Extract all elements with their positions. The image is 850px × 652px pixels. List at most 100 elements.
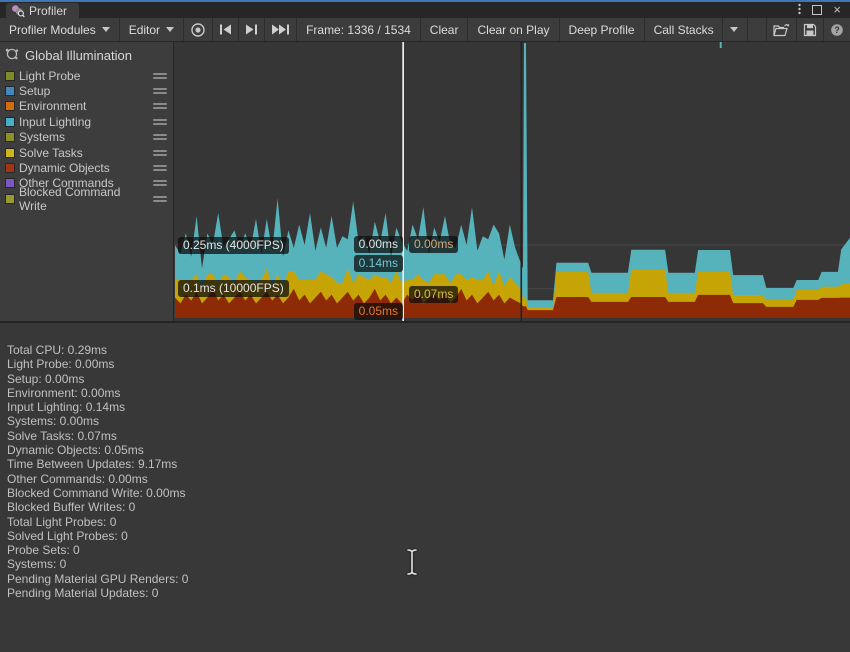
prev-frame-icon [219,24,232,35]
detail-line: Time Between Updates: 9.17ms [7,457,850,471]
tab-profiler[interactable]: Profiler [6,3,79,18]
drag-handle-icon[interactable] [153,196,167,202]
gi-chart[interactable]: 0.25ms (4000FPS) 0.1ms (10000FPS) 0.00ms… [175,42,850,321]
module-title: Global Illumination [25,48,132,63]
detail-line: Solved Light Probes: 0 [7,529,850,543]
detail-line: Other Commands: 0.00ms [7,472,850,486]
svg-text:?: ? [834,25,840,35]
folder-open-icon [773,23,790,37]
ibeam-cursor [405,548,419,579]
title-bar: Profiler × [0,2,850,18]
module-details-pane: Total CPU: 0.29msLight Probe: 0.00msSetu… [0,323,850,652]
selected-value-dynamic-objects: 0.05ms [354,303,403,320]
value-label-setup: 0.00ms [409,236,458,253]
help-icon: ? [830,23,844,37]
legend-label: Environment [19,99,86,113]
detail-line: Solve Tasks: 0.07ms [7,429,850,443]
clear-on-play-button[interactable]: Clear on Play [468,18,559,41]
window-controls: × [798,2,850,18]
legend-color-swatch [6,133,14,141]
selected-value-input-lighting: 0.14ms [354,255,403,272]
global-illumination-icon [5,47,19,64]
drag-handle-icon[interactable] [153,134,167,140]
profiler-icon [11,4,25,18]
load-profile-button[interactable] [766,18,797,41]
record-button[interactable] [184,18,213,41]
legend-color-swatch [6,179,14,187]
axis-label-lower: 0.1ms (10000FPS) [178,280,289,297]
legend-item-solve-tasks[interactable]: Solve Tasks [0,145,173,160]
legend-item-blocked-command-write[interactable]: Blocked Command Write [0,191,173,206]
next-frame-icon [245,24,258,35]
axis-label-upper: 0.25ms (4000FPS) [178,237,289,254]
close-icon[interactable]: × [833,5,841,15]
legend-item-setup[interactable]: Setup [0,83,173,98]
legend-label: Dynamic Objects [19,161,110,175]
detail-line: Systems: 0 [7,557,850,571]
detail-line: Total CPU: 0.29ms [7,343,850,357]
detail-line: Environment: 0.00ms [7,386,850,400]
record-icon [190,22,206,38]
module-header[interactable]: Global Illumination [0,42,173,68]
legend-label: Systems [19,130,65,144]
detail-line: Input Lighting: 0.14ms [7,400,850,414]
chevron-down-icon [730,27,738,32]
legend-label: Solve Tasks [19,146,83,160]
call-stacks-dropdown[interactable] [722,18,738,41]
profiler-toolbar: Profiler Modules Editor [0,18,850,42]
drag-handle-icon[interactable] [153,103,167,109]
tab-title: Profiler [29,4,67,18]
drag-handle-icon[interactable] [153,73,167,79]
drag-handle-icon[interactable] [153,119,167,125]
help-button[interactable]: ? [824,18,850,41]
module-legend: Light ProbeSetupEnvironment Input Lightin… [0,68,173,207]
legend-color-swatch [6,72,14,80]
profiler-window: Profiler × Profiler Modules Editor [0,0,850,652]
next-frame-button[interactable] [239,18,265,41]
call-stacks-button[interactable]: Call Stacks [645,18,748,41]
detail-line: Pending Material GPU Renders: 0 [7,572,850,586]
maximize-icon[interactable] [812,5,822,15]
legend-label: Input Lighting [19,115,91,129]
legend-label: Light Probe [19,69,80,83]
drag-handle-icon[interactable] [153,180,167,186]
detail-line: Blocked Buffer Writes: 0 [7,500,850,514]
detail-line: Total Light Probes: 0 [7,515,850,529]
window-menu-icon[interactable] [798,3,801,18]
detail-line: Probe Sets: 0 [7,543,850,557]
selected-value-light-probe: 0.00ms [354,236,403,253]
profiler-modules-dropdown[interactable]: Profiler Modules [0,18,120,41]
module-sidebar: Global Illumination Light ProbeSetupEnvi… [0,42,174,321]
detail-line: Systems: 0.00ms [7,414,850,428]
legend-color-swatch [6,164,14,172]
save-icon [803,23,817,37]
current-frame-button[interactable] [265,18,297,41]
profiler-charts-area: Global Illumination Light ProbeSetupEnvi… [0,42,850,321]
chevron-down-icon [102,27,110,32]
target-selection-dropdown[interactable]: Editor [120,18,184,41]
prev-frame-button[interactable] [213,18,239,41]
legend-color-swatch [6,102,14,110]
deep-profile-button[interactable]: Deep Profile [560,18,645,41]
last-frame-icon [271,24,290,35]
value-label-solve-tasks: 0.07ms [409,286,458,303]
legend-item-systems[interactable]: Systems [0,130,173,145]
legend-color-swatch [6,87,14,95]
frame-counter: Frame: 1336 / 1534 [297,18,421,41]
detail-line: Dynamic Objects: 0.05ms [7,443,850,457]
drag-handle-icon[interactable] [153,88,167,94]
legend-item-input-lighting[interactable]: Input Lighting [0,114,173,129]
save-profile-button[interactable] [797,18,824,41]
legend-color-swatch [6,195,14,203]
legend-item-environment[interactable]: Environment [0,99,173,114]
legend-label: Blocked Command Write [19,185,148,213]
legend-item-dynamic-objects[interactable]: Dynamic Objects [0,160,173,175]
detail-line: Blocked Command Write: 0.00ms [7,486,850,500]
clear-button[interactable]: Clear [421,18,469,41]
drag-handle-icon[interactable] [153,165,167,171]
legend-color-swatch [6,149,14,157]
legend-item-light-probe[interactable]: Light Probe [0,68,173,83]
drag-handle-icon[interactable] [153,150,167,156]
detail-line: Light Probe: 0.00ms [7,357,850,371]
chevron-down-icon [166,27,174,32]
